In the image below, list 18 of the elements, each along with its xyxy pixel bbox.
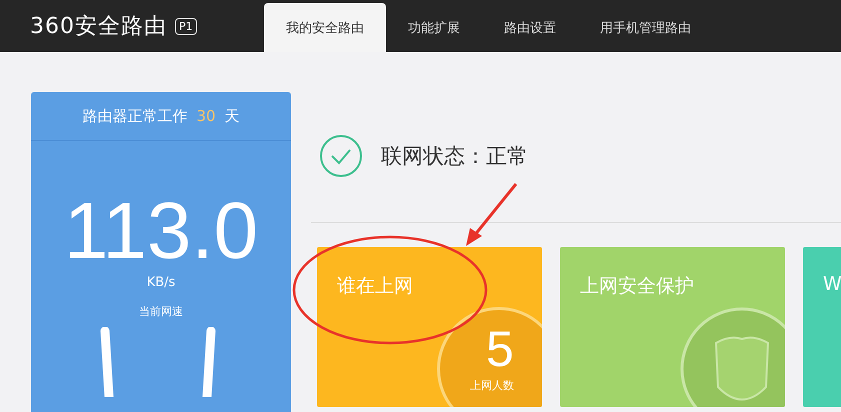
speed-caption: 当前网速 <box>139 304 183 319</box>
nav-tab[interactable]: 功能扩展 <box>386 3 482 52</box>
nav-tab[interactable]: 我的安全路由 <box>264 3 386 52</box>
count-label: 上网人数 <box>470 378 514 393</box>
network-status: 联网状态：正常 <box>381 143 528 170</box>
nav-tab[interactable]: 路由设置 <box>482 3 578 52</box>
tile-title: W <box>823 273 841 295</box>
user-count: 5 <box>486 324 514 374</box>
product-logo: 360安全路由 <box>30 13 167 41</box>
nav-tab[interactable]: 用手机管理路由 <box>578 3 713 52</box>
speed-value: 113.0 <box>64 191 258 271</box>
speed-unit: KB/s <box>146 275 176 290</box>
check-circle-icon <box>319 134 363 178</box>
annotation-arrow <box>466 183 518 246</box>
tile-title: 谁在上网 <box>337 274 413 299</box>
tile-title: 上网安全保护 <box>580 274 694 299</box>
model-badge: P1 <box>175 18 197 34</box>
uptime-text: 路由器正常工作 30 天 <box>31 92 291 141</box>
